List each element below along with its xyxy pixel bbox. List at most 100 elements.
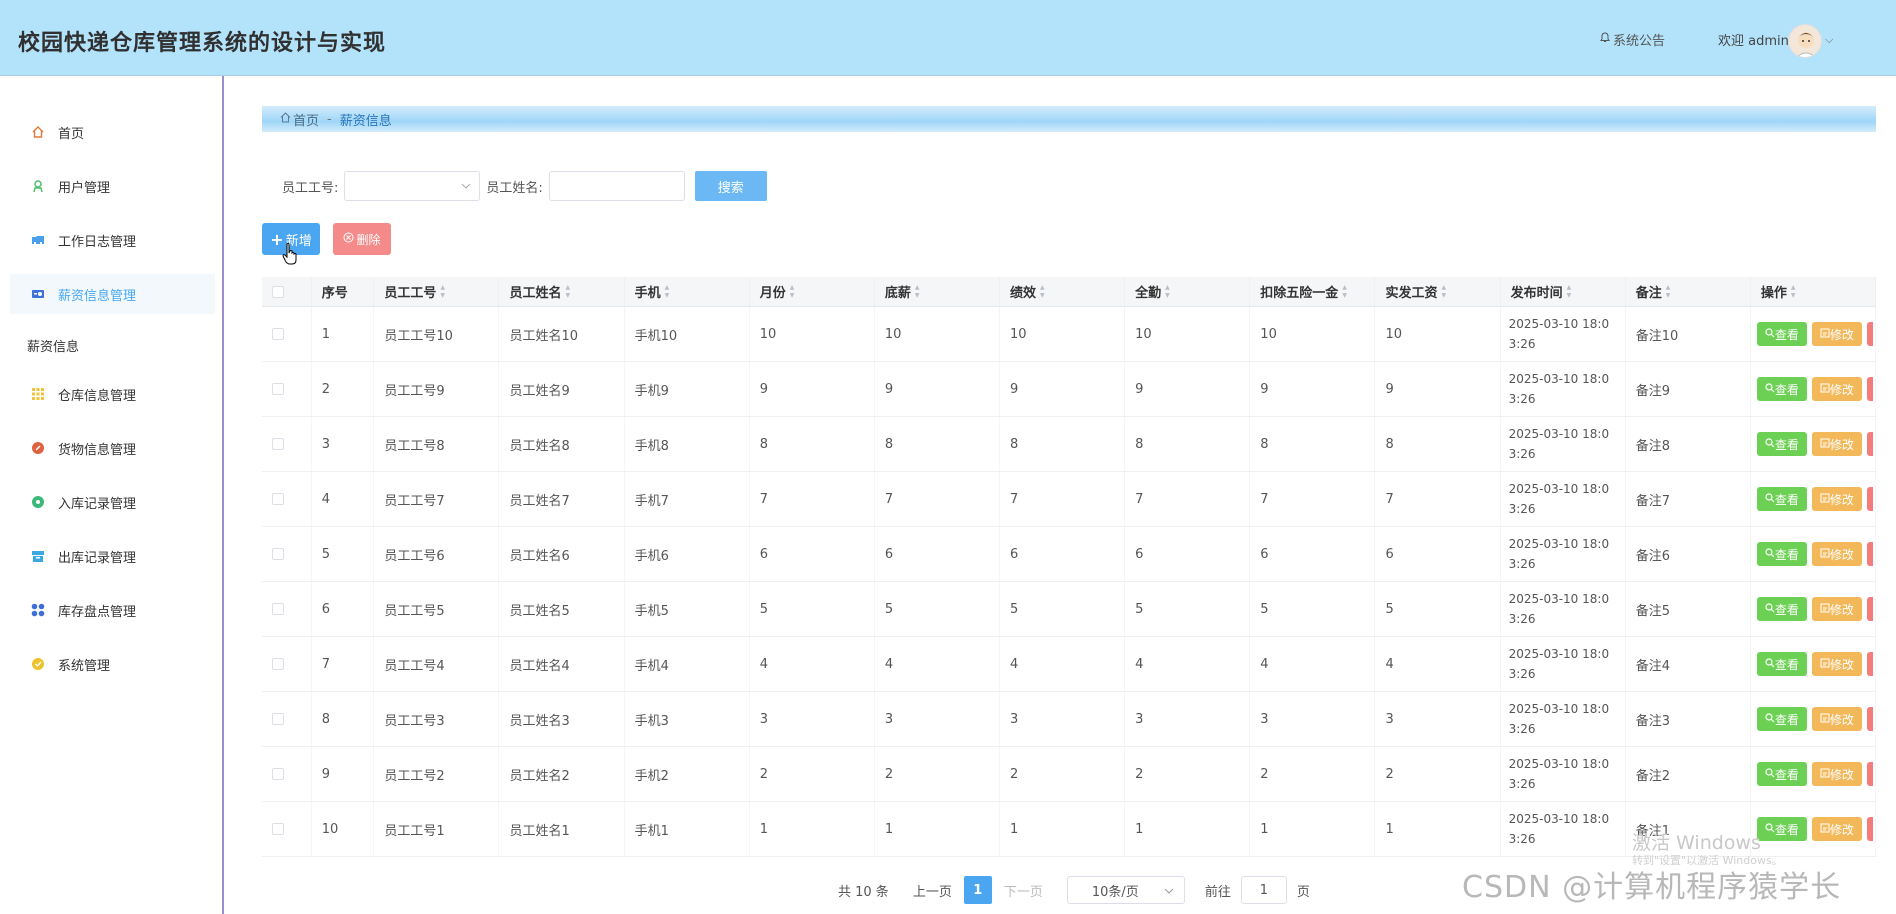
row-delete-button[interactable] [1866,817,1873,841]
sidebar-item-home[interactable]: 首页 [10,112,215,152]
edit-label: 修改 [1829,492,1854,507]
employee-id-select[interactable] [344,171,481,201]
row-checkbox[interactable] [272,328,284,340]
sort-icon[interactable]: ▲ ▼ [790,284,795,300]
avatar[interactable] [1788,24,1822,58]
table-row: 3 员工工号8 员工姓名8 手机8 8 8 8 8 8 8 2025-03-10 18:03:26 备… [262,417,1876,472]
sort-icon[interactable]: ▲ ▼ [1567,284,1572,300]
edit-button[interactable]: 修改 [1811,322,1862,346]
view-button[interactable]: 查看 [1756,707,1807,731]
column-header[interactable]: 发布时间 ▲ ▼ [1501,277,1626,306]
page-size-select[interactable]: 10条/页 [1066,876,1185,904]
breadcrumb-home[interactable]: 首页 [293,110,319,129]
chevron-down-icon[interactable]: ⌵ [1825,33,1833,47]
row-checkbox[interactable] [272,548,284,560]
row-delete-button[interactable] [1866,432,1873,456]
column-header[interactable]: 备注 ▲ ▼ [1626,277,1751,306]
view-button[interactable]: 查看 [1756,432,1807,456]
row-checkbox[interactable] [272,438,284,450]
row-delete-button[interactable] [1866,597,1873,621]
column-header[interactable]: 操作 ▲ ▼ [1751,277,1876,306]
row-delete-button[interactable] [1866,377,1873,401]
row-delete-button[interactable] [1866,652,1873,676]
sidebar-item-inventory[interactable]: 库存盘点管理 [10,590,215,630]
edit-button[interactable]: 修改 [1811,377,1862,401]
column-header[interactable]: 序号 [312,277,375,306]
search-button[interactable]: 搜索 [694,171,767,201]
column-header[interactable]: 扣除五险一金 ▲ ▼ [1250,277,1376,306]
sidebar-item-system[interactable]: 系统管理 [10,644,215,684]
select-all-checkbox[interactable] [272,285,284,298]
row-actions: 查看 修改 [1751,417,1876,471]
row-delete-button[interactable] [1866,487,1873,511]
row-checkbox[interactable] [272,658,284,670]
edit-icon [1820,657,1830,671]
sort-icon[interactable]: ▲ ▼ [1040,284,1045,300]
row-checkbox[interactable] [272,603,284,615]
row-checkbox[interactable] [272,383,284,395]
column-header[interactable]: 绩效 ▲ ▼ [1000,277,1126,306]
column-header[interactable]: 月份 ▲ ▼ [750,277,875,306]
view-button[interactable]: 查看 [1756,652,1807,676]
sort-icon[interactable]: ▲ ▼ [1666,284,1671,300]
system-notice-link[interactable]: 系统公告 [1600,30,1665,49]
sort-icon[interactable]: ▲ ▼ [1791,284,1796,300]
sidebar-group-salary-info[interactable]: 薪资信息 [27,336,79,355]
goto-page-input[interactable]: 1 [1240,876,1287,904]
table-cell: 4 [1125,637,1251,691]
edit-button[interactable]: 修改 [1811,652,1862,676]
sidebar-item-goods[interactable]: 货物信息管理 [10,428,215,468]
row-delete-button[interactable] [1866,322,1873,346]
employee-name-input[interactable] [548,171,685,201]
view-button[interactable]: 查看 [1756,322,1807,346]
sidebar-item-outbound[interactable]: 出库记录管理 [10,536,215,576]
sort-icon[interactable]: ▲ ▼ [915,284,920,300]
sidebar-item-users[interactable]: 用户管理 [10,166,215,206]
row-checkbox[interactable] [272,823,284,835]
next-page-button[interactable]: 下一页 [1004,881,1043,900]
view-button[interactable]: 查看 [1756,542,1807,566]
column-header[interactable]: 手机 ▲ ▼ [625,277,750,306]
sidebar-item-worklog[interactable]: 工作日志管理 [10,220,215,260]
table-body: 1 员工工号10 员工姓名10 手机10 10 10 10 10 10 10 2025-03-10 … [262,307,1876,857]
column-header[interactable]: 员工工号 ▲ ▼ [374,277,500,306]
sidebar-item-warehouse[interactable]: 仓库信息管理 [10,374,215,414]
row-checkbox[interactable] [272,768,284,780]
column-header[interactable]: 底薪 ▲ ▼ [875,277,1001,306]
row-delete-button[interactable] [1866,707,1873,731]
sort-icon[interactable]: ▲ ▼ [1165,284,1170,300]
sidebar-item-inbound[interactable]: 入库记录管理 [10,482,215,522]
column-header[interactable]: 员工姓名 ▲ ▼ [499,277,625,306]
search-icon [1765,547,1775,561]
view-button[interactable]: 查看 [1756,377,1807,401]
delete-button[interactable]: 删除 [333,223,391,255]
sort-icon[interactable]: ▲ ▼ [1441,284,1446,300]
sort-icon[interactable]: ▲ ▼ [440,284,445,300]
sort-icon[interactable]: ▲ ▼ [665,284,670,300]
edit-button[interactable]: 修改 [1811,487,1862,511]
edit-button[interactable]: 修改 [1811,432,1862,456]
edit-button[interactable]: 修改 [1811,597,1862,621]
prev-page-button[interactable]: 上一页 [913,881,952,900]
view-button[interactable]: 查看 [1756,817,1807,841]
page-number-current[interactable]: 1 [963,876,992,904]
column-header[interactable]: 实发工资 ▲ ▼ [1375,277,1501,306]
table-cell: 7 [1125,472,1251,526]
view-label: 查看 [1774,492,1799,507]
view-button[interactable]: 查看 [1756,597,1807,621]
row-checkbox[interactable] [272,493,284,505]
row-checkbox[interactable] [272,713,284,725]
edit-button[interactable]: 修改 [1811,542,1862,566]
view-button[interactable]: 查看 [1756,487,1807,511]
sidebar-item-salary[interactable]: 薪资信息管理 [10,274,215,314]
sort-icon[interactable]: ▲ ▼ [565,284,570,300]
edit-button[interactable]: 修改 [1811,817,1862,841]
edit-icon [1820,712,1830,726]
edit-button[interactable]: 修改 [1811,707,1862,731]
view-button[interactable]: 查看 [1756,762,1807,786]
row-delete-button[interactable] [1866,762,1873,786]
edit-button[interactable]: 修改 [1811,762,1862,786]
column-header[interactable]: 全勤 ▲ ▼ [1125,277,1251,306]
sort-icon[interactable]: ▲ ▼ [1342,284,1347,300]
row-delete-button[interactable] [1866,542,1873,566]
